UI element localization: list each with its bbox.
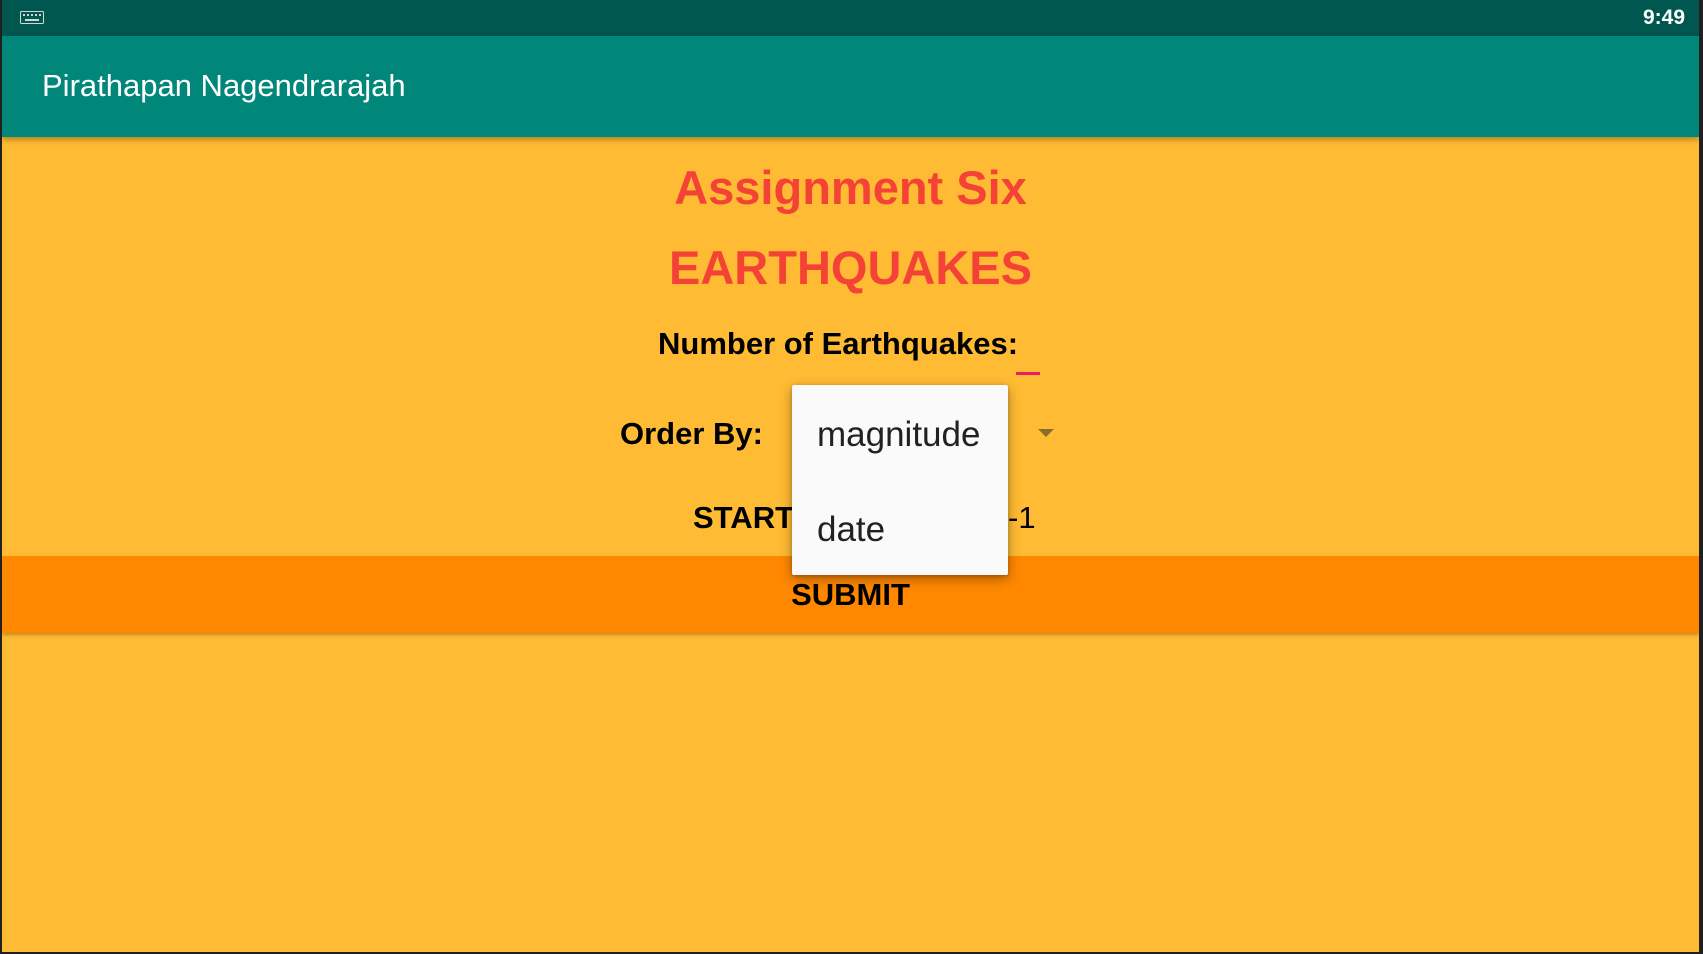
app-title: Pirathapan Nagendrarajah bbox=[42, 68, 406, 103]
dropdown-arrow-icon[interactable] bbox=[1038, 429, 1054, 437]
status-bar: 9:49 bbox=[2, 0, 1699, 36]
order-by-dropdown-menu: magnitude date bbox=[792, 385, 1008, 575]
start-label: START bbox=[693, 500, 795, 535]
num-earthquakes-label: Number of Earthquakes: bbox=[658, 326, 1019, 361]
dropdown-option-magnitude[interactable]: magnitude bbox=[792, 385, 1008, 480]
order-by-label: Order By: bbox=[620, 416, 763, 451]
start-value: -1 bbox=[1008, 500, 1036, 535]
num-earthquakes-input[interactable] bbox=[1016, 336, 1040, 375]
keyboard-icon bbox=[20, 11, 44, 24]
app-screen: 9:49 Pirathapan Nagendrarajah Assignment… bbox=[2, 0, 1699, 952]
assignment-heading: Assignment Six bbox=[674, 161, 1027, 214]
app-bar: Pirathapan Nagendrarajah bbox=[2, 36, 1699, 137]
status-clock: 9:49 bbox=[1642, 6, 1685, 29]
dropdown-option-date[interactable]: date bbox=[792, 480, 1008, 575]
earthquakes-heading: EARTHQUAKES bbox=[669, 241, 1032, 294]
